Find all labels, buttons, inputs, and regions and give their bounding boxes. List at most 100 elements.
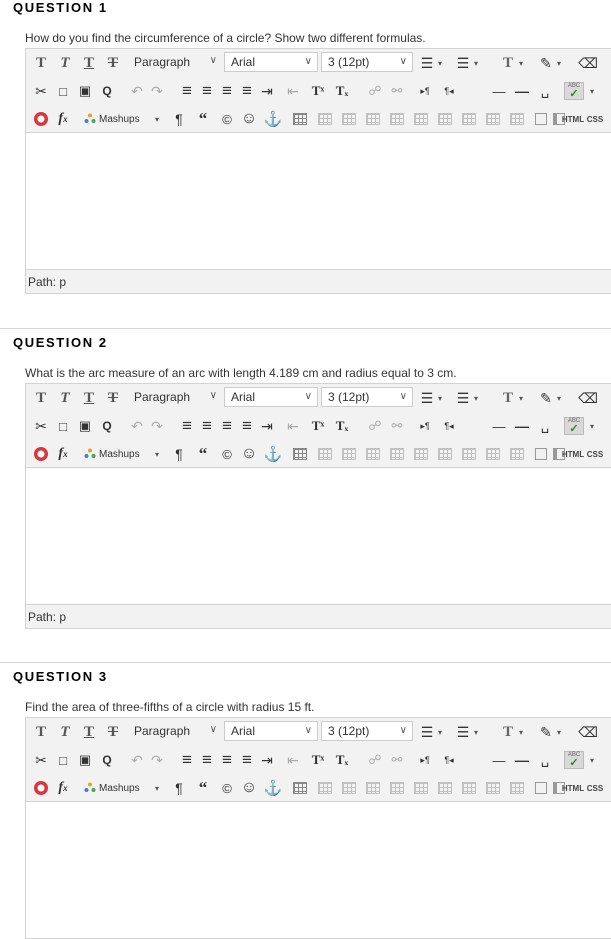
superscript-icon[interactable]: Tˣ bbox=[309, 80, 327, 102]
emoji-icon[interactable]: ☺ bbox=[240, 443, 258, 465]
quote-icon[interactable]: “ bbox=[194, 108, 212, 130]
fullscreen-icon[interactable] bbox=[533, 443, 549, 465]
numbered-list-icon[interactable]: ☰ bbox=[454, 52, 472, 74]
anchor-icon[interactable]: ⚓ bbox=[264, 777, 283, 799]
insert-table-icon[interactable] bbox=[291, 777, 309, 799]
outdent-icon[interactable]: ⇤ bbox=[284, 415, 302, 437]
font-family-select[interactable]: Arial ∨ bbox=[224, 387, 318, 407]
mashups-button[interactable]: Mashups bbox=[84, 108, 160, 130]
html-button[interactable]: HTML bbox=[560, 777, 586, 799]
redo-icon[interactable]: ↷ bbox=[148, 80, 166, 102]
dropdown-caret-icon[interactable]: ▾ bbox=[472, 52, 480, 74]
table-delete-col-icon[interactable] bbox=[436, 108, 454, 130]
record-icon[interactable] bbox=[32, 443, 50, 465]
horizontal-line-icon[interactable]: — bbox=[490, 80, 508, 102]
html-button[interactable]: HTML bbox=[560, 108, 586, 130]
table-split-icon[interactable] bbox=[460, 443, 478, 465]
justify-icon[interactable]: ≡ bbox=[238, 749, 256, 771]
dropdown-caret-icon[interactable]: ▾ bbox=[517, 387, 525, 409]
editor-content-area[interactable] bbox=[26, 133, 611, 269]
subscript-icon[interactable]: Tₓ bbox=[333, 80, 351, 102]
horizontal-rule-icon[interactable]: — bbox=[513, 749, 531, 771]
italic-button[interactable]: T bbox=[56, 721, 74, 743]
italic-button[interactable]: T bbox=[56, 387, 74, 409]
anchor-icon[interactable]: ⚓ bbox=[264, 108, 283, 130]
formula-icon[interactable]: fx bbox=[54, 777, 72, 799]
dropdown-caret-icon[interactable]: ▾ bbox=[472, 387, 480, 409]
dropdown-caret-icon[interactable]: ▾ bbox=[436, 52, 444, 74]
bullet-list-icon[interactable]: ☰ bbox=[418, 721, 436, 743]
dropdown-caret-icon[interactable]: ▾ bbox=[588, 80, 596, 102]
copy-icon[interactable]: □ bbox=[54, 415, 72, 437]
table-split-icon[interactable] bbox=[460, 777, 478, 799]
dropdown-caret-icon[interactable]: ▾ bbox=[153, 108, 161, 130]
nonbreaking-space-icon[interactable]: ␣ bbox=[536, 749, 554, 771]
emoji-icon[interactable]: ☺ bbox=[240, 108, 258, 130]
rtl-icon[interactable]: ¶◂ bbox=[438, 415, 460, 437]
font-size-select[interactable]: 3 (12pt) ∨ bbox=[321, 52, 413, 72]
dropdown-caret-icon[interactable]: ▾ bbox=[555, 387, 563, 409]
dropdown-caret-icon[interactable]: ▾ bbox=[436, 387, 444, 409]
table-row-before-icon[interactable] bbox=[316, 108, 334, 130]
fullscreen-icon[interactable] bbox=[533, 108, 549, 130]
undo-icon[interactable]: ↶ bbox=[128, 80, 146, 102]
formula-icon[interactable]: fx bbox=[54, 108, 72, 130]
rtl-icon[interactable]: ¶◂ bbox=[438, 749, 460, 771]
unlink-icon[interactable]: ⚯ bbox=[388, 749, 406, 771]
table-split-icon[interactable] bbox=[460, 108, 478, 130]
underline-button[interactable]: T bbox=[80, 721, 98, 743]
align-right-icon[interactable]: ≡ bbox=[218, 80, 236, 102]
text-color-icon[interactable]: T bbox=[499, 721, 517, 743]
outdent-icon[interactable]: ⇤ bbox=[284, 749, 302, 771]
table-props-icon[interactable] bbox=[508, 777, 526, 799]
indent-icon[interactable]: ⇥ bbox=[258, 415, 276, 437]
dropdown-caret-icon[interactable]: ▾ bbox=[153, 777, 161, 799]
dropdown-caret-icon[interactable]: ▾ bbox=[153, 443, 161, 465]
strikethrough-button[interactable]: T bbox=[104, 387, 122, 409]
align-left-icon[interactable]: ≡ bbox=[178, 749, 196, 771]
link-icon[interactable]: ☍ bbox=[366, 749, 384, 771]
nonbreaking-space-icon[interactable]: ␣ bbox=[536, 80, 554, 102]
indent-icon[interactable]: ⇥ bbox=[258, 749, 276, 771]
find-icon[interactable]: Q bbox=[98, 80, 116, 102]
link-icon[interactable]: ☍ bbox=[366, 80, 384, 102]
justify-icon[interactable]: ≡ bbox=[238, 415, 256, 437]
subscript-icon[interactable]: Tₓ bbox=[333, 415, 351, 437]
paragraph-style-select[interactable]: Paragraph ∨ bbox=[128, 52, 222, 72]
ltr-icon[interactable]: ▸¶ bbox=[414, 415, 436, 437]
table-merge-icon[interactable] bbox=[484, 777, 502, 799]
css-button[interactable]: CSS bbox=[584, 443, 606, 465]
strikethrough-button[interactable]: T bbox=[104, 52, 122, 74]
table-delete-col-icon[interactable] bbox=[436, 777, 454, 799]
dropdown-caret-icon[interactable]: ▾ bbox=[555, 52, 563, 74]
table-delete-col-icon[interactable] bbox=[436, 443, 454, 465]
copy-icon[interactable]: □ bbox=[54, 749, 72, 771]
redo-icon[interactable]: ↷ bbox=[148, 749, 166, 771]
align-center-icon[interactable]: ≡ bbox=[198, 80, 216, 102]
copyright-icon[interactable]: © bbox=[218, 777, 236, 799]
mashups-button[interactable]: Mashups bbox=[84, 443, 160, 465]
align-right-icon[interactable]: ≡ bbox=[218, 749, 236, 771]
table-row-before-icon[interactable] bbox=[316, 777, 334, 799]
paste-icon[interactable]: ▣ bbox=[76, 749, 94, 771]
nonbreaking-space-icon[interactable]: ␣ bbox=[536, 415, 554, 437]
table-props-icon[interactable] bbox=[508, 108, 526, 130]
dropdown-caret-icon[interactable]: ▾ bbox=[472, 721, 480, 743]
table-props-icon[interactable] bbox=[508, 443, 526, 465]
cut-icon[interactable]: ✂ bbox=[32, 749, 50, 771]
dropdown-caret-icon[interactable]: ▾ bbox=[588, 415, 596, 437]
html-button[interactable]: HTML bbox=[560, 443, 586, 465]
emoji-icon[interactable]: ☺ bbox=[240, 777, 258, 799]
dropdown-caret-icon[interactable]: ▾ bbox=[436, 721, 444, 743]
rtl-icon[interactable]: ¶◂ bbox=[438, 80, 460, 102]
eraser-icon[interactable]: ⌫ bbox=[578, 387, 598, 409]
unlink-icon[interactable]: ⚯ bbox=[388, 415, 406, 437]
pilcrow-icon[interactable]: ¶ bbox=[170, 777, 188, 799]
underline-button[interactable]: T bbox=[80, 387, 98, 409]
undo-icon[interactable]: ↶ bbox=[128, 749, 146, 771]
highlight-icon[interactable]: ✎ bbox=[537, 387, 555, 409]
font-family-select[interactable]: Arial ∨ bbox=[224, 52, 318, 72]
indent-icon[interactable]: ⇥ bbox=[258, 80, 276, 102]
editor-content-area[interactable] bbox=[26, 468, 611, 604]
table-row-after-icon[interactable] bbox=[340, 443, 358, 465]
